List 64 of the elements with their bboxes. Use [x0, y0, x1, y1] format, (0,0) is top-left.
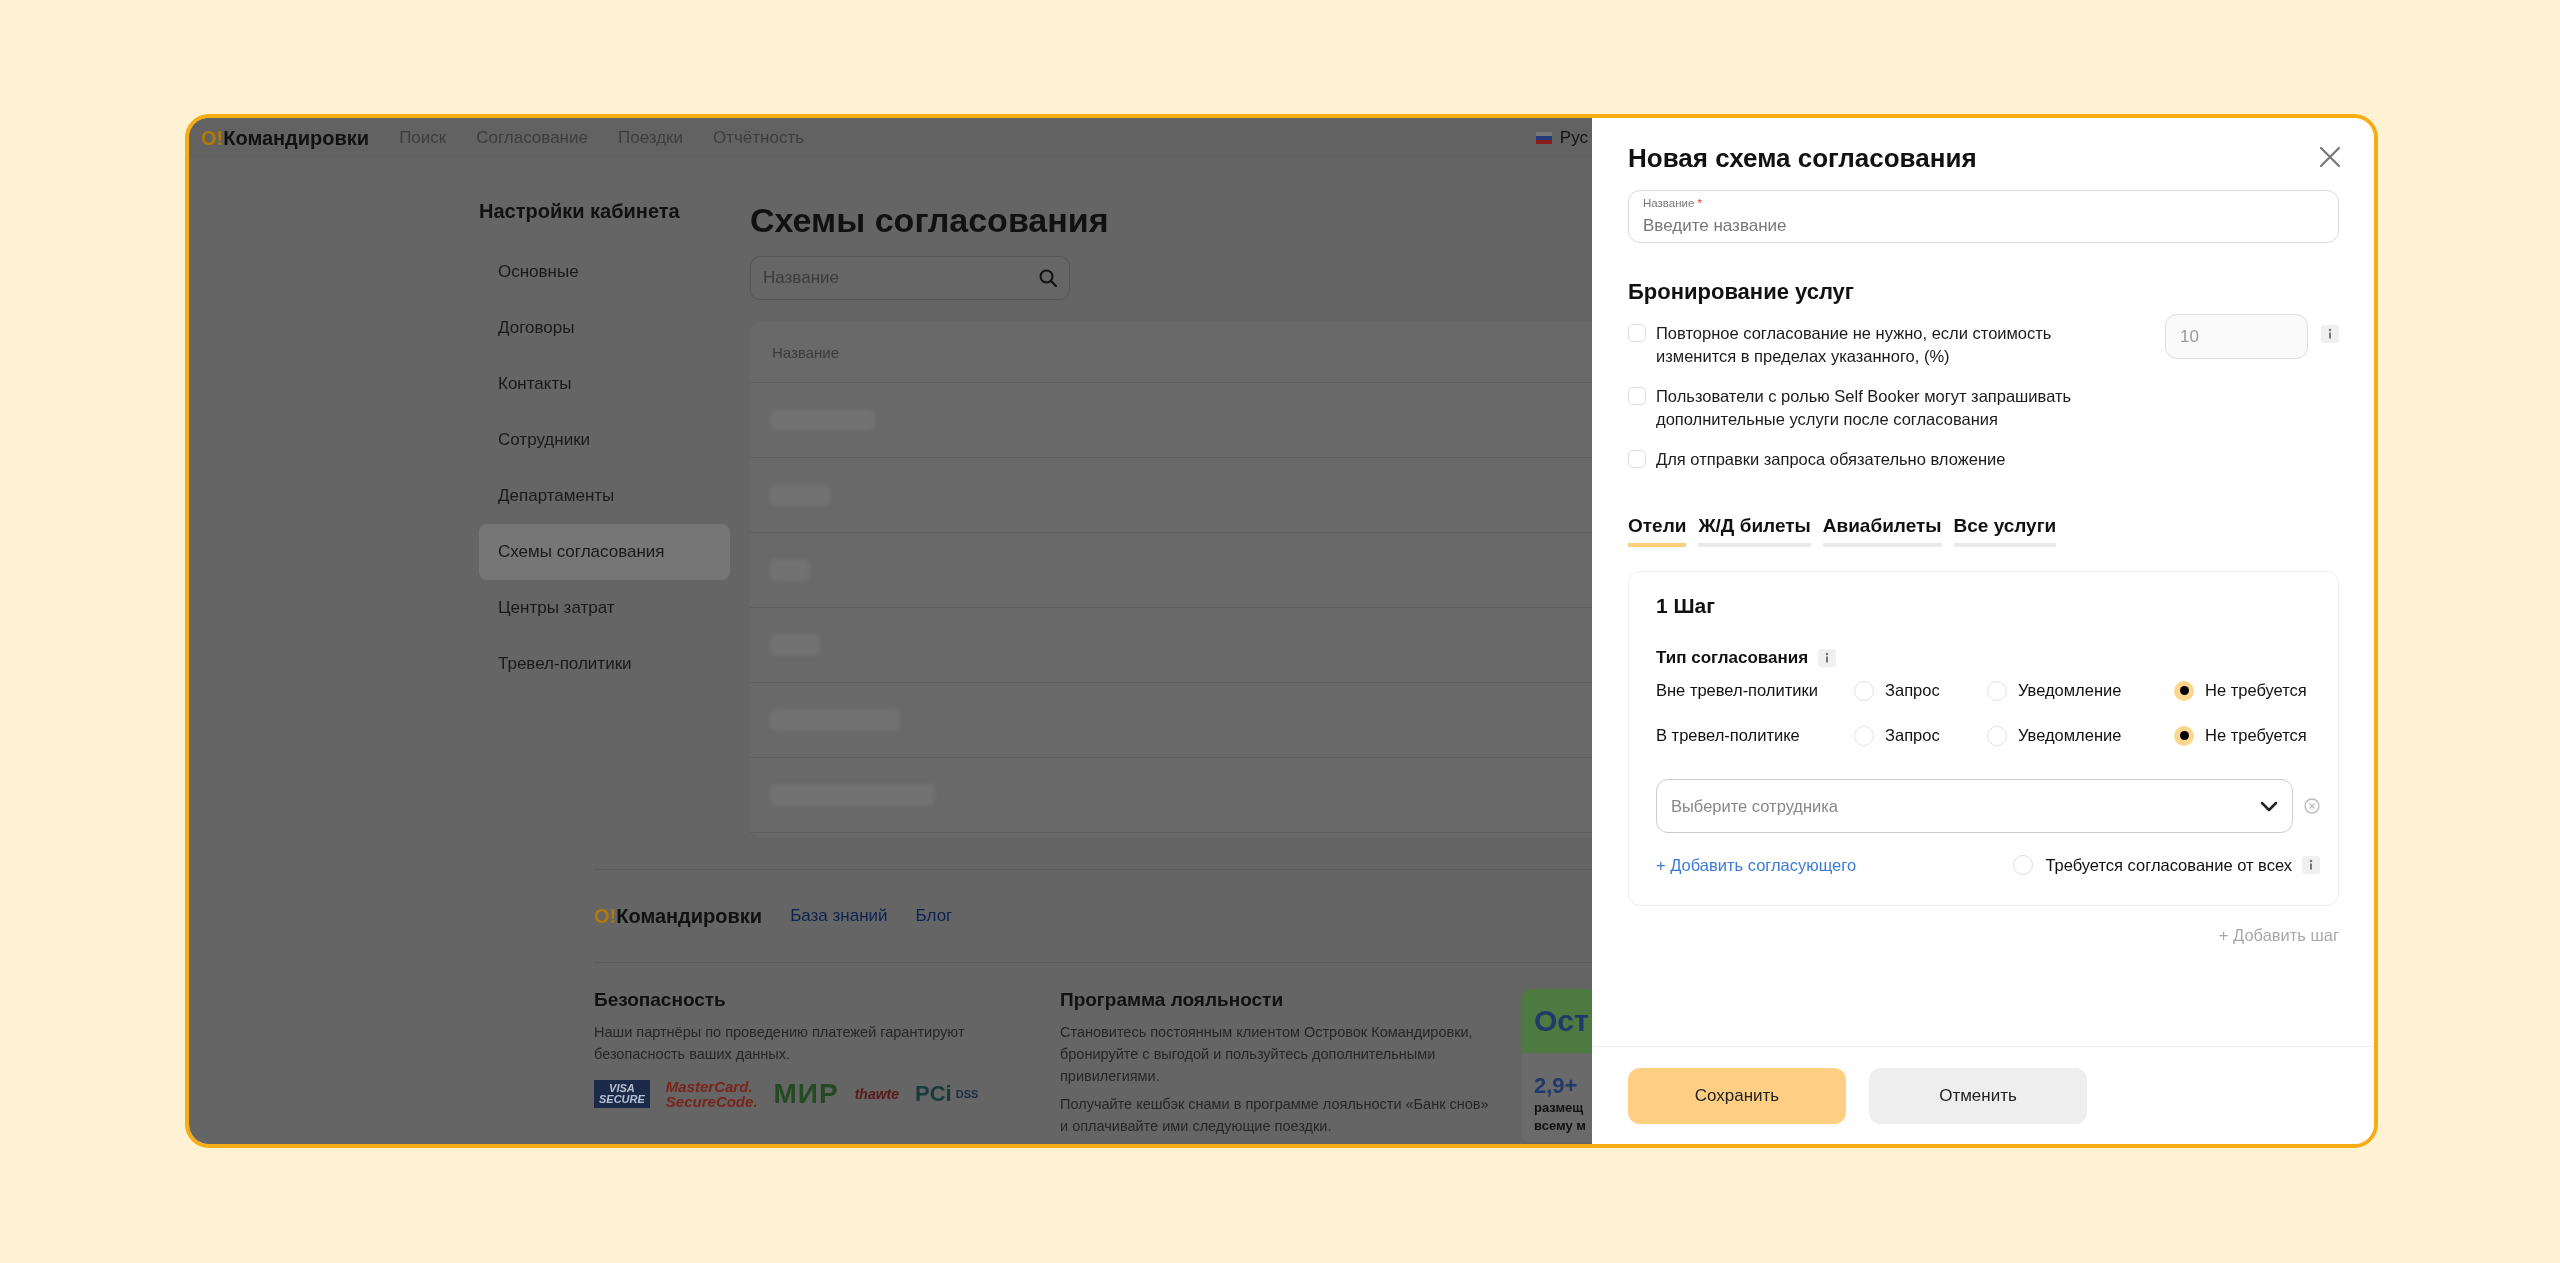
paragraph: Получайте кешбэк снами в программе лояльности «Банк снов» и оплачивайте ими следующие поездки. [1060, 1095, 1490, 1136]
option-label: Для отправки запроса обязательно вложение [1656, 449, 2007, 470]
employee-select[interactable]: Выберите сотрудника [1656, 779, 2293, 833]
tab[interactable]: Все услуги [1953, 515, 2057, 547]
radio-option[interactable]: Не требуется [2174, 725, 2320, 746]
checkbox[interactable] [2013, 855, 2034, 875]
info-icon[interactable] [1818, 649, 1837, 667]
footer-link[interactable]: База знаний [790, 906, 888, 926]
radio-option[interactable]: Запрос [1854, 680, 1987, 701]
info-icon[interactable] [2321, 325, 2339, 343]
option-label: Требуется согласование от всех [2045, 855, 2292, 875]
radio-option[interactable]: Уведомление [1987, 680, 2174, 701]
cancel-button[interactable]: Отменить [1869, 1067, 2087, 1124]
thawte-logo: thawte [854, 1087, 899, 1101]
paragraph: Наши партнёры по проведению платежей гарантируют безопасность ваших данных. [594, 1023, 966, 1064]
checkbox[interactable] [1628, 324, 1646, 342]
promo-title: Ост [1522, 989, 1592, 1053]
radio-option[interactable]: Не требуется [2174, 680, 2320, 701]
option-label: Пользователи с ролью Self Booker могут запрашивать дополнительные услуги после согласования [1656, 386, 2073, 430]
checkbox[interactable] [1628, 387, 1646, 405]
radio-option[interactable]: Запрос [1854, 725, 1987, 746]
section-title: Программа лояльности [1060, 989, 1285, 1011]
page-title: Схемы согласования [750, 200, 1110, 241]
promo-text: всему м [1533, 1117, 1587, 1135]
footer-link[interactable]: Блог [915, 906, 953, 926]
step-title: 1 Шаг [1656, 593, 1717, 619]
clear-icon[interactable] [2304, 798, 2320, 814]
option-label: Повторное согласование не нужно, если стоимость изменится в пределах указанного, (%) [1656, 323, 2053, 367]
section-title: Безопасность [594, 989, 727, 1011]
tab[interactable]: Отели [1628, 515, 1687, 547]
logo[interactable]: О!Командировки [594, 904, 763, 928]
search-icon [1039, 269, 1057, 287]
sidebar-item[interactable]: Центры затрат [479, 580, 730, 636]
visa-logo: VISA SECURE [594, 1080, 650, 1108]
row-label: Вне тревел-политики [1656, 681, 1819, 700]
sidebar-item[interactable]: Сотрудники [479, 412, 730, 468]
add-approver-link[interactable]: + Добавить согласующего [1656, 855, 1857, 875]
sidebar-item[interactable]: Контакты [479, 356, 730, 412]
sidebar-item[interactable]: Схемы согласования [479, 524, 730, 580]
paragraph: Становитесь постоянным клиентом Островок Командировки, бронируйте с выгодой и пользуйтесь дополнительными привилегиями. [1060, 1023, 1474, 1086]
mastercard-logo: MasterCard. SecureCode. [665, 1079, 758, 1109]
mir-logo: МИР [773, 1080, 839, 1108]
subsection-title: Тип согласования [1656, 648, 1809, 668]
section-title: Бронирование услуг [1628, 279, 1855, 305]
sidebar-item[interactable]: Департаменты [479, 468, 730, 524]
row-label: В тревел-политике [1656, 726, 1801, 745]
tab[interactable]: Ж/Д билеты [1698, 515, 1811, 547]
field-label: Название * [1643, 197, 1703, 209]
checkbox[interactable] [1628, 450, 1646, 468]
tab[interactable]: Авиабилеты [1822, 515, 1942, 547]
language-label[interactable]: Рус [1559, 128, 1588, 148]
sidebar-item[interactable]: Основные [479, 244, 730, 300]
promo-text: размещ [1533, 1099, 1585, 1117]
save-button[interactable]: Сохранить [1628, 1067, 1846, 1124]
sidebar-item[interactable]: Тревел-политики [479, 636, 730, 692]
chevron-down-icon [2260, 800, 2278, 812]
panel-title: Новая схема согласования [1628, 142, 1977, 174]
sidebar-title: Настройки кабинета [479, 199, 681, 224]
promo-value: 2,9+ [1533, 1072, 1579, 1099]
flag-icon [1535, 132, 1552, 144]
radio-option[interactable]: Уведомление [1987, 725, 2174, 746]
sidebar-item[interactable]: Договоры [479, 300, 730, 356]
info-icon[interactable] [2302, 856, 2320, 874]
logo[interactable]: О!Командировки [201, 126, 370, 150]
